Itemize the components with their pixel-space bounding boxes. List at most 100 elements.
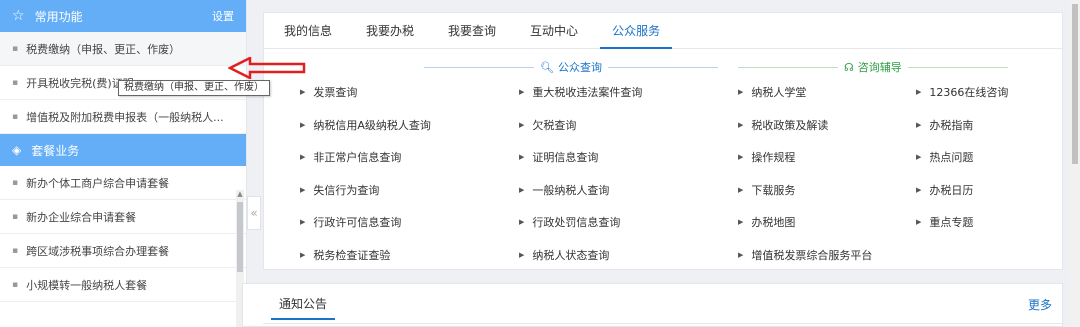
link-label: 办税指南 bbox=[929, 118, 974, 132]
link-12366-online[interactable]: ▶ 12366在线咨询 bbox=[916, 83, 1008, 101]
sidebar-item-label: 税费缴纳（申报、更正、作废） bbox=[26, 42, 181, 56]
page-scrollbar[interactable] bbox=[1070, 0, 1080, 327]
link-tax-policy[interactable]: ▶ 税收政策及解读 bbox=[738, 116, 828, 134]
sidebar-item-vat-declaration[interactable]: ▪ 增值税及附加税费申报表（一般纳税人... bbox=[0, 100, 246, 134]
common-functions-header: ☆ 常用功能 设置 bbox=[0, 0, 246, 32]
link-label: 发票查询 bbox=[313, 86, 358, 99]
consult-label: ☊ 咨询辅导 bbox=[844, 59, 902, 75]
scrollbar-thumb[interactable] bbox=[1072, 4, 1078, 164]
divider bbox=[738, 66, 838, 68]
triangle-right-icon: ▶ bbox=[738, 120, 744, 129]
sidebar-item-cross-region[interactable]: ▪ 跨区域涉税事项综合办理套餐 bbox=[0, 234, 246, 268]
link-label: 税收政策及解读 bbox=[751, 118, 829, 132]
link-label: 热点问题 bbox=[929, 151, 974, 164]
bullet-icon: ▪ bbox=[12, 211, 19, 222]
tab-notices[interactable]: 通知公告 bbox=[270, 295, 336, 320]
link-admin-penalty-query[interactable]: ▶ 行政处罚信息查询 bbox=[519, 213, 620, 231]
triangle-right-icon: ▶ bbox=[300, 250, 306, 259]
tab-public-service[interactable]: 公众服务 bbox=[600, 13, 673, 49]
link-label: 纳税信用A级纳税人查询 bbox=[313, 118, 431, 132]
triangle-right-icon: ▶ bbox=[916, 218, 922, 226]
sidebar-item-new-enterprise[interactable]: ▪ 新办企业综合申请套餐 bbox=[0, 200, 246, 234]
star-icon: ☆ bbox=[12, 8, 25, 24]
link-inspection-verify[interactable]: ▶ 税务检查证查验 bbox=[300, 246, 390, 264]
triangle-right-icon: ▶ bbox=[300, 185, 306, 194]
link-abnormal-query[interactable]: ▶ 非正常户信息查询 bbox=[300, 148, 401, 166]
link-label: 纳税人状态查询 bbox=[532, 248, 610, 262]
link-label: 操作规程 bbox=[751, 151, 796, 164]
public-query-title: 公众查询 bbox=[557, 61, 602, 74]
triangle-right-icon: ▶ bbox=[519, 153, 525, 161]
link-admin-license-query[interactable]: ▶ 行政许可信息查询 bbox=[300, 213, 401, 231]
common-functions-title: 常用功能 bbox=[34, 9, 83, 24]
link-tax-calendar[interactable]: ▶ 办税日历 bbox=[916, 181, 973, 199]
link-major-violation-query[interactable]: ▶ 重大税收违法案件查询 bbox=[519, 83, 642, 101]
triangle-right-icon: ▶ bbox=[519, 250, 525, 259]
sidebar-item-label: 增值税及附加税费申报表（一般纳税人... bbox=[26, 110, 224, 124]
link-general-taxpayer-query[interactable]: ▶ 一般纳税人查询 bbox=[519, 181, 609, 199]
triangle-right-icon: ▶ bbox=[300, 120, 306, 129]
link-key-topics[interactable]: ▶ 重点专题 bbox=[916, 213, 973, 231]
link-dishonesty-query[interactable]: ▶ 失信行为查询 bbox=[300, 181, 379, 199]
tab-my-info[interactable]: 我的信息 bbox=[272, 13, 344, 48]
link-label: 欠税查询 bbox=[532, 118, 577, 132]
bullet-icon: ▪ bbox=[12, 77, 19, 88]
package-services-header: ◈ 套餐业务 bbox=[0, 134, 246, 166]
link-label: 失信行为查询 bbox=[313, 183, 380, 197]
bullet-icon: ▪ bbox=[12, 177, 19, 188]
tab-interaction[interactable]: 互动中心 bbox=[518, 13, 590, 48]
divider bbox=[424, 66, 534, 68]
consult-section-header: ☊ 咨询辅导 bbox=[738, 59, 1008, 75]
scrollbar-thumb[interactable] bbox=[237, 202, 243, 272]
link-invoice-query[interactable]: ▶ 发票查询 bbox=[300, 83, 357, 101]
red-arrow-annotation bbox=[228, 57, 306, 79]
tab-query[interactable]: 我要查询 bbox=[436, 13, 508, 48]
sidebar-item-label: 跨区域涉税事项综合办理套餐 bbox=[26, 244, 170, 258]
bullet-icon: ▪ bbox=[12, 43, 19, 54]
link-label: 重点专题 bbox=[929, 216, 974, 229]
sidebar-item-tax-payment[interactable]: ▪ 税费缴纳（申报、更正、作废） bbox=[0, 32, 246, 66]
link-download-service[interactable]: ▶ 下载服务 bbox=[738, 181, 795, 199]
settings-link[interactable]: 设置 bbox=[212, 8, 234, 24]
link-taxpayer-school[interactable]: ▶ 纳税人学堂 bbox=[738, 83, 806, 101]
main-tabs: 我的信息 我要办税 我要查询 互动中心 公众服务 bbox=[264, 13, 1062, 49]
collapse-sidebar-button[interactable]: « bbox=[247, 196, 261, 230]
link-vat-invoice-platform[interactable]: ▶ 增值税发票综合服务平台 bbox=[738, 246, 872, 264]
public-query-section-header: 🔍︎ 公众查询 bbox=[424, 59, 718, 75]
tab-do-tax[interactable]: 我要办税 bbox=[354, 13, 426, 48]
triangle-right-icon: ▶ bbox=[738, 153, 744, 161]
link-credit-a-query[interactable]: ▶ 纳税信用A级纳税人查询 bbox=[300, 116, 431, 134]
link-certificate-query[interactable]: ▶ 证明信息查询 bbox=[519, 148, 598, 166]
scroll-up-icon[interactable]: ▲ bbox=[236, 190, 244, 198]
sidebar-item-new-individual-business[interactable]: ▪ 新办个体工商户综合申请套餐 bbox=[0, 166, 246, 200]
more-link[interactable]: 更多 bbox=[1028, 296, 1052, 313]
link-label: 办税日历 bbox=[929, 183, 974, 197]
layers-icon: ◈ bbox=[12, 143, 22, 157]
link-label: 行政处罚信息查询 bbox=[532, 216, 621, 229]
link-tax-arrears-query[interactable]: ▶ 欠税查询 bbox=[519, 116, 576, 134]
sidebar-item-label: 新办企业综合申请套餐 bbox=[26, 210, 137, 224]
divider bbox=[263, 323, 1062, 324]
bullet-icon: ▪ bbox=[12, 279, 19, 290]
sidebar-item-small-to-general[interactable]: ▪ 小规模转一般纳税人套餐 bbox=[0, 268, 246, 302]
link-hot-topics[interactable]: ▶ 热点问题 bbox=[916, 148, 973, 166]
triangle-right-icon: ▶ bbox=[519, 185, 525, 194]
package-services-title: 套餐业务 bbox=[31, 143, 80, 158]
triangle-right-icon: ▶ bbox=[916, 153, 922, 161]
link-tax-map[interactable]: ▶ 办税地图 bbox=[738, 213, 795, 231]
triangle-right-icon: ▶ bbox=[300, 88, 306, 96]
link-label: 重大税收违法案件查询 bbox=[532, 86, 643, 99]
bullet-icon: ▪ bbox=[12, 245, 19, 256]
triangle-right-icon: ▶ bbox=[916, 120, 922, 129]
link-label: 纳税人学堂 bbox=[751, 86, 807, 99]
link-taxpayer-status-query[interactable]: ▶ 纳税人状态查询 bbox=[519, 246, 609, 264]
sidebar: ☆ 常用功能 设置 ▪ 税费缴纳（申报、更正、作废） ▪ 开具税收完税(费)证明… bbox=[0, 0, 247, 327]
triangle-right-icon: ▶ bbox=[738, 185, 744, 194]
tooltip: 税费缴纳（申报、更正、作废） bbox=[118, 80, 270, 96]
notice-panel: 通知公告 更多 bbox=[242, 283, 1063, 327]
consult-title: 咨询辅导 bbox=[857, 61, 902, 74]
link-label: 增值税发票综合服务平台 bbox=[751, 248, 873, 262]
link-tax-guide[interactable]: ▶ 办税指南 bbox=[916, 116, 973, 134]
link-label: 12366在线咨询 bbox=[929, 86, 1009, 99]
link-procedures[interactable]: ▶ 操作规程 bbox=[738, 148, 795, 166]
